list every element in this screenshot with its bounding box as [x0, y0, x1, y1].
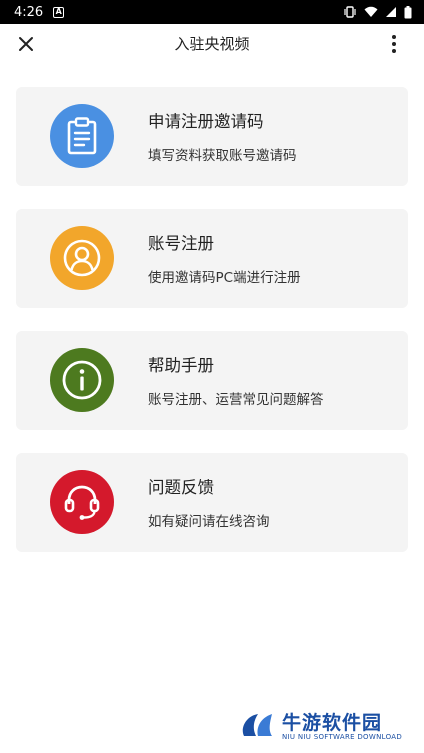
- watermark: 牛游软件园 NIU NIU SOFTWARE DOWNLOAD: [238, 708, 410, 744]
- notification-icon: A: [53, 6, 65, 18]
- card-help-manual[interactable]: 帮助手册 账号注册、运营常见问题解答: [16, 331, 408, 430]
- watermark-sub: NIU NIU SOFTWARE DOWNLOAD: [282, 733, 403, 741]
- app-bar: 入驻央视频: [0, 24, 424, 64]
- card-subtitle: 使用邀请码PC端进行注册: [148, 270, 301, 286]
- card-subtitle: 如有疑问请在线咨询: [148, 514, 270, 530]
- card-title: 帮助手册: [148, 356, 214, 375]
- card-title: 问题反馈: [148, 478, 214, 497]
- clipboard-icon: [50, 104, 114, 168]
- card-subtitle: 填写资料获取账号邀请码: [148, 148, 297, 164]
- card-subtitle: 账号注册、运营常见问题解答: [148, 392, 324, 408]
- card-title: 申请注册邀请码: [148, 112, 264, 131]
- more-vertical-icon[interactable]: [382, 32, 406, 56]
- headset-icon: [50, 470, 114, 534]
- status-time: 4:26: [14, 4, 44, 20]
- status-bar: 4:26 A: [0, 0, 424, 24]
- page-title: 入驻央视频: [174, 35, 250, 53]
- battery-icon: [404, 5, 412, 18]
- info-icon: [50, 348, 114, 412]
- user-icon: [50, 226, 114, 290]
- card-account-register[interactable]: 账号注册 使用邀请码PC端进行注册: [16, 209, 408, 308]
- card-apply-invite-code[interactable]: 申请注册邀请码 填写资料获取账号邀请码: [16, 87, 408, 186]
- niuyou-logo-icon: [242, 714, 272, 736]
- card-feedback[interactable]: 问题反馈 如有疑问请在线咨询: [16, 453, 408, 552]
- card-title: 账号注册: [148, 234, 214, 253]
- signal-icon: [386, 7, 396, 17]
- wifi-icon: [364, 6, 378, 17]
- close-icon[interactable]: [14, 32, 38, 56]
- vibrate-icon: [344, 6, 356, 18]
- watermark-name: 牛游软件园: [282, 712, 383, 734]
